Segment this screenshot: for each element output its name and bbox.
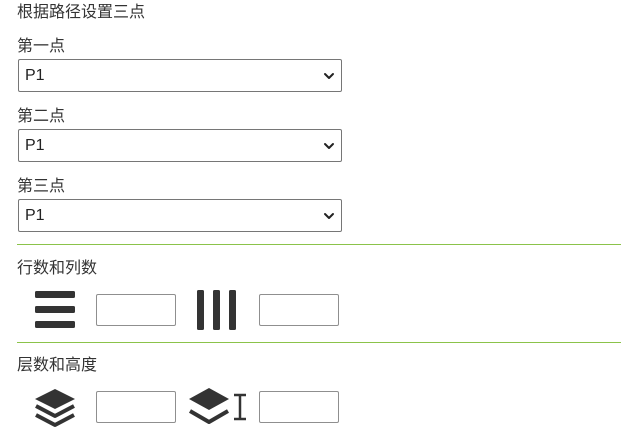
second-point-select-value: P1: [25, 137, 45, 154]
third-point-select-value: P1: [25, 207, 45, 224]
chevron-down-icon: [324, 143, 334, 149]
layer-height-icon: [188, 388, 246, 424]
rows-icon: [35, 291, 75, 328]
section-divider: [17, 244, 621, 245]
chevron-down-icon: [324, 213, 334, 219]
third-point-label: 第三点: [17, 176, 66, 195]
section-title: 根据路径设置三点: [17, 2, 146, 21]
section-divider: [17, 342, 621, 343]
columns-input[interactable]: [259, 294, 339, 326]
layers-height-label: 层数和高度: [17, 355, 98, 374]
chevron-down-icon: [324, 73, 334, 79]
layers-icon: [35, 389, 75, 427]
columns-icon: [197, 290, 236, 330]
second-point-select[interactable]: P1: [18, 129, 342, 162]
rows-input[interactable]: [96, 294, 176, 326]
third-point-select[interactable]: P1: [18, 199, 342, 232]
first-point-select-value: P1: [25, 67, 45, 84]
first-point-label: 第一点: [17, 36, 66, 55]
first-point-select[interactable]: P1: [18, 59, 342, 92]
rows-cols-label: 行数和列数: [17, 258, 98, 277]
second-point-label: 第二点: [17, 106, 66, 125]
height-input[interactable]: [259, 391, 339, 423]
layers-input[interactable]: [96, 391, 176, 423]
